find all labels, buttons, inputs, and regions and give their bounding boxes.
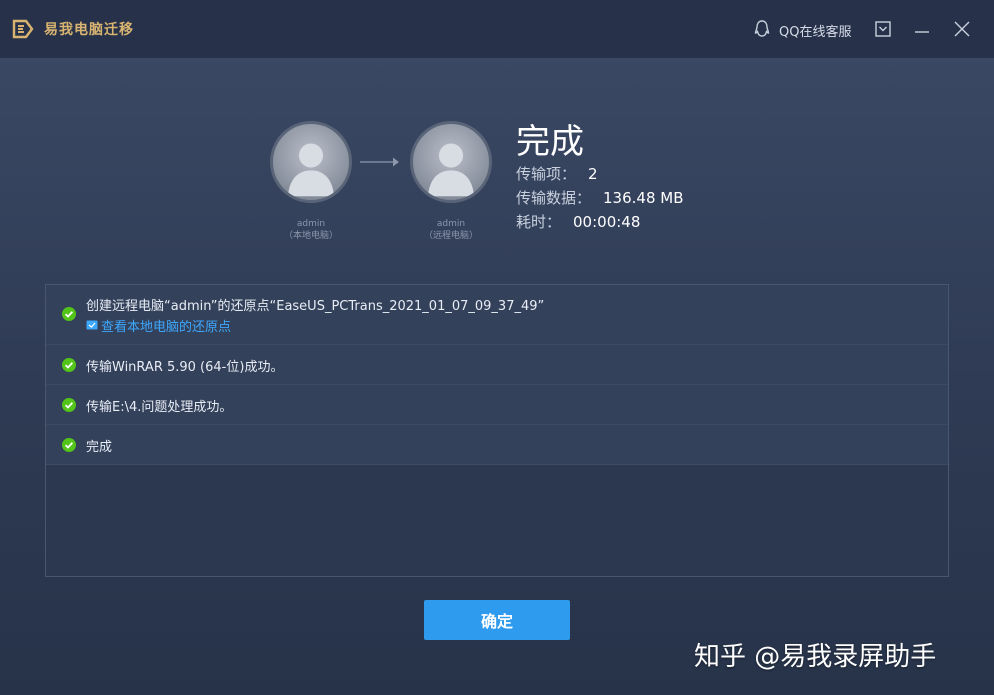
close-icon[interactable] [952,19,972,39]
log-item-text: 完成 [86,440,113,455]
success-check-icon [62,358,76,372]
elapsed-time-label: 耗时： [516,213,562,231]
watermark-text: 知乎 @易我录屏助手 [694,642,937,672]
success-check-icon [62,438,76,452]
confirm-button[interactable]: 确定 [424,600,570,640]
target-pc-label: admin （远程电脑） [391,218,511,242]
transfer-data-stat: 传输数据： 136.48 MB [516,187,684,208]
status-title: 完成 [516,122,584,162]
transfer-data-label: 传输数据： [516,189,592,207]
minimize-icon[interactable] [912,19,932,39]
log-item-text: 传输E:\4.问题处理成功。 [86,400,233,415]
target-pc-role: （远程电脑） [423,231,478,241]
transfer-items-label: 传输项： [516,165,577,183]
elapsed-time-value: 00:00:48 [573,213,641,231]
source-pc-label: admin （本地电脑） [251,218,371,242]
transfer-data-value: 136.48 MB [603,189,684,207]
source-pc-role: （本地电脑） [283,231,338,241]
qq-service-link[interactable]: QQ在线客服 [779,21,851,40]
title-bar: 易我电脑迁移 QQ在线客服 [0,0,994,58]
elapsed-time-stat: 耗时： 00:00:48 [516,211,640,232]
user-silhouette-icon [287,143,335,197]
transfer-log-list[interactable]: 创建远程电脑“admin”的还原点“EaseUS_PCTrans_2021_01… [45,284,949,577]
log-item: 完成 [46,425,948,465]
download-icon[interactable] [873,19,893,39]
easeus-logo-icon [12,19,34,39]
arrow-right-icon [360,157,399,167]
app-title: 易我电脑迁移 [44,22,134,38]
log-item-text: 传输WinRAR 5.90 (64-位)成功。 [86,360,284,375]
view-local-restore-point-label[interactable]: 查看本地电脑的还原点 [101,320,231,335]
qq-penguin-icon[interactable] [752,19,772,39]
view-local-restore-point-link[interactable]: 查看本地电脑的还原点 [86,316,231,335]
transfer-items-value: 2 [588,165,598,183]
log-item-text: 创建远程电脑“admin”的还原点“EaseUS_PCTrans_2021_01… [86,299,545,314]
transfer-items-stat: 传输项： 2 [516,163,598,184]
user-silhouette-icon [427,143,475,197]
success-check-icon [62,307,76,321]
success-check-icon [62,398,76,412]
log-item: 传输WinRAR 5.90 (64-位)成功。 [46,345,948,385]
restore-point-icon [86,320,98,330]
target-pc-name: admin [436,219,466,229]
log-item: 创建远程电脑“admin”的还原点“EaseUS_PCTrans_2021_01… [46,285,948,345]
log-item: 传输E:\4.问题处理成功。 [46,385,948,425]
target-pc-avatar [410,121,492,203]
source-pc-name: admin [296,219,326,229]
source-pc-avatar [270,121,352,203]
